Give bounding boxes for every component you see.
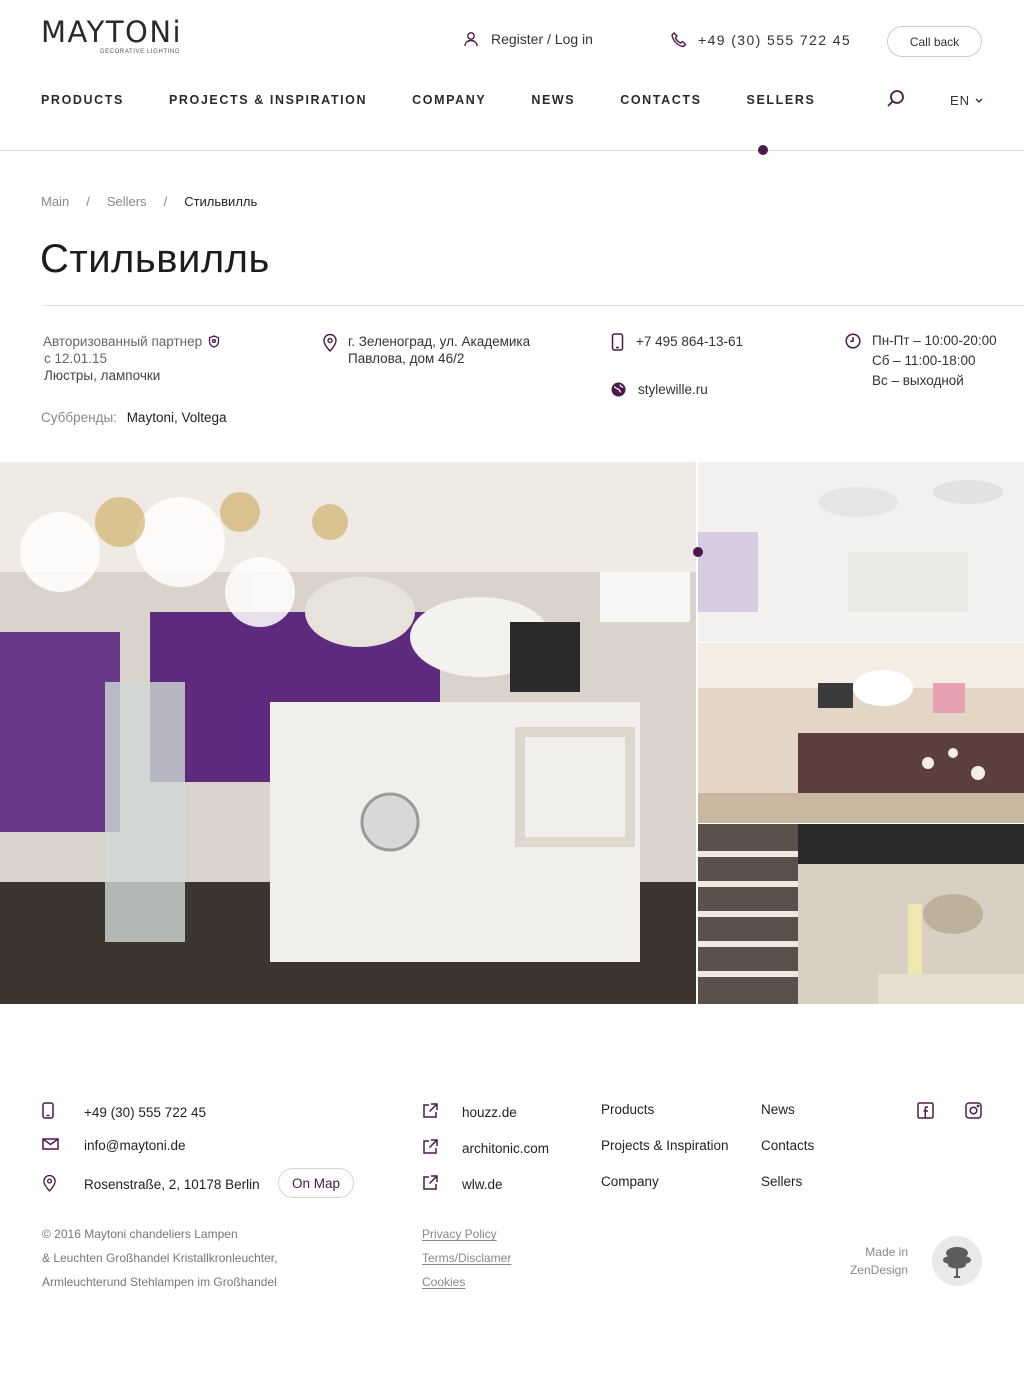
breadcrumb-main[interactable]: Main: [41, 194, 69, 209]
external-link-label: architonic.com: [462, 1140, 550, 1156]
partner-since: с 12.01.15: [44, 351, 108, 366]
made-in-credit[interactable]: Made in ZenDesign: [800, 1243, 908, 1279]
logo-wordmark: MAYTONi: [41, 15, 183, 49]
store-photo-3[interactable]: [698, 643, 1024, 823]
seller-address: г. Зеленоград, ул. Академика Павлова, до…: [322, 333, 530, 367]
page-title: Стильвилль: [40, 237, 270, 281]
footer-link-products[interactable]: Products: [601, 1102, 654, 1117]
external-link-houzz[interactable]: houzz.de: [422, 1102, 517, 1122]
location-pin-icon: [43, 1174, 56, 1192]
external-link-icon: [423, 1175, 438, 1190]
breadcrumb-sellers[interactable]: Sellers: [107, 194, 147, 209]
title-divider: [42, 305, 1024, 306]
subbrands-label: Суббренды:: [41, 410, 117, 425]
made-in-label: Made in: [865, 1245, 908, 1259]
nav-item-news[interactable]: NEWS: [531, 93, 575, 107]
legal-links: Privacy Policy Terms/Disclamer Cookies: [422, 1222, 511, 1294]
mobile-phone-icon: [42, 1102, 54, 1119]
address-line-1: г. Зеленоград, ул. Академика: [348, 334, 531, 349]
call-back-button[interactable]: Call back: [887, 26, 982, 57]
breadcrumb-current: Стильвилль: [184, 194, 258, 209]
register-login-label: Register / Log in: [491, 31, 593, 47]
copyright-line: Armleuchterund Stehlampen im Großhandel: [42, 1275, 277, 1289]
footer-address-text: Rosenstraße, 2, 10178 Berlin: [84, 1177, 260, 1192]
chevron-down-icon: [975, 98, 983, 103]
footer-phone-number: +49 (30) 555 722 45: [84, 1104, 206, 1120]
footer-email-address: info@maytoni.de: [84, 1138, 186, 1153]
store-photo-4[interactable]: [698, 824, 1024, 1004]
seller-website[interactable]: stylewille.ru: [611, 381, 708, 398]
shield-icon: [208, 335, 220, 348]
phone-icon: [671, 32, 687, 48]
partner-category: Люстры, лампочки: [44, 368, 161, 383]
nav-item-company[interactable]: COMPANY: [412, 93, 486, 107]
subbrands: Суббренды: Maytoni, Voltega: [41, 410, 227, 425]
nav-item-contacts[interactable]: CONTACTS: [620, 93, 701, 107]
terms-link[interactable]: Terms/Disclamer: [422, 1246, 511, 1270]
header-divider: [0, 150, 1024, 151]
opening-hours: Пн-Пт – 10:00-20:00 Сб – 11:00-18:00 Вс …: [845, 333, 997, 393]
search-icon[interactable]: [886, 89, 906, 109]
instagram-icon[interactable]: [965, 1102, 982, 1119]
external-link-label: wlw.de: [462, 1176, 503, 1192]
footer-link-sellers[interactable]: Sellers: [761, 1174, 802, 1189]
footer-phone[interactable]: +49 (30) 555 722 45: [42, 1102, 206, 1122]
facebook-icon[interactable]: [917, 1102, 934, 1119]
external-link-icon: [423, 1103, 438, 1118]
store-photo-main[interactable]: [0, 462, 696, 1004]
zendesign-tree-logo[interactable]: [932, 1236, 982, 1286]
register-login-link[interactable]: Register / Log in: [463, 31, 593, 47]
active-nav-indicator: [758, 145, 768, 155]
external-link-icon: [423, 1139, 438, 1154]
globe-icon: [611, 382, 626, 397]
main-nav: PRODUCTS PROJECTS & INSPIRATION COMPANY …: [41, 93, 815, 107]
language-selector[interactable]: EN: [950, 93, 983, 108]
copyright-line: © 2016 Maytoni chandeliers Lampen: [42, 1227, 238, 1241]
footer-link-contacts[interactable]: Contacts: [761, 1138, 814, 1153]
logo-tagline: DECORATIVE LIGHTING: [100, 49, 181, 55]
mobile-phone-icon: [611, 333, 624, 351]
nav-item-projects[interactable]: PROJECTS & INSPIRATION: [169, 93, 367, 107]
tree-icon: [943, 1247, 971, 1278]
gallery-indicator: [693, 547, 703, 557]
footer-link-company[interactable]: Company: [601, 1174, 659, 1189]
breadcrumb: Main / Sellers / Стильвилль: [41, 194, 257, 209]
header-phone-link[interactable]: +49 (30) 555 722 45: [670, 31, 851, 49]
clock-icon: [845, 333, 861, 349]
external-link-label: houzz.de: [462, 1104, 517, 1120]
external-link-wlw[interactable]: wlw.de: [422, 1174, 503, 1194]
location-pin-icon: [323, 333, 337, 352]
address-line-2: Павлова, дом 46/2: [348, 351, 465, 366]
mail-icon: [42, 1138, 59, 1150]
footer-link-news[interactable]: News: [761, 1102, 795, 1117]
made-in-studio: ZenDesign: [849, 1263, 908, 1277]
nav-item-sellers[interactable]: SELLERS: [747, 93, 816, 107]
external-link-architonic[interactable]: architonic.com: [422, 1138, 549, 1158]
footer-email[interactable]: info@maytoni.de: [42, 1138, 186, 1153]
partner-status: Авторизованный партнер: [43, 334, 203, 349]
breadcrumb-separator: /: [163, 194, 168, 209]
store-photo-2[interactable]: [698, 462, 1024, 642]
breadcrumb-separator: /: [86, 194, 90, 209]
seller-phone-number: +7 495 864-13-61: [636, 334, 743, 349]
seller-phone[interactable]: +7 495 864-13-61: [611, 333, 743, 351]
partner-info: Авторизованный партнер с 12.01.15 Люстры…: [43, 333, 220, 384]
header-phone-number: +49 (30) 555 722 45: [698, 32, 852, 48]
hours-sunday: Вс – выходной: [872, 373, 964, 388]
on-map-button[interactable]: On Map: [278, 1168, 354, 1198]
seller-website-url: stylewille.ru: [638, 382, 708, 397]
subbrands-value: Maytoni, Voltega: [126, 410, 227, 425]
footer-address: Rosenstraße, 2, 10178 Berlin: [42, 1174, 260, 1195]
language-label: EN: [950, 93, 971, 108]
privacy-policy-link[interactable]: Privacy Policy: [422, 1222, 511, 1246]
logo[interactable]: MAYTONi DECORATIVE LIGHTING: [41, 16, 182, 55]
cookies-link[interactable]: Cookies: [422, 1270, 511, 1294]
copyright-line: & Leuchten Großhandel Kristallkronleucht…: [42, 1251, 278, 1265]
user-icon: [464, 32, 478, 47]
nav-item-products[interactable]: PRODUCTS: [41, 93, 124, 107]
copyright: © 2016 Maytoni chandeliers Lampen & Leuc…: [42, 1222, 277, 1294]
footer-link-projects[interactable]: Projects & Inspiration: [601, 1138, 729, 1153]
